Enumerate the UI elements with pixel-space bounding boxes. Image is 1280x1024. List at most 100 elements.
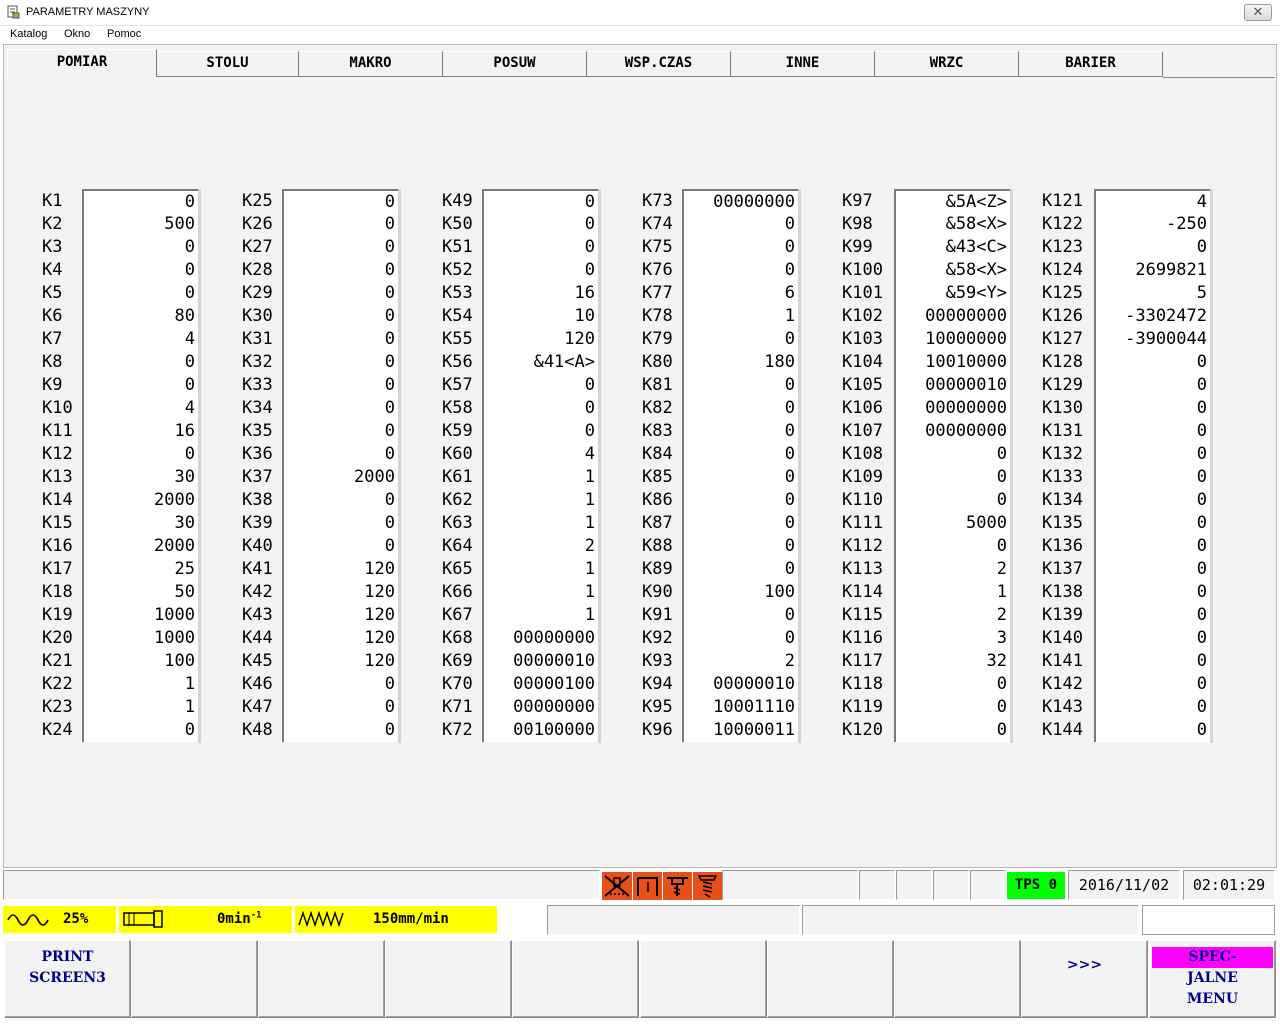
param-value-k2[interactable]: 500 [82, 213, 198, 236]
param-value-k95[interactable]: 10001110 [682, 696, 798, 719]
param-value-k56[interactable]: &41<A> [482, 351, 598, 374]
param-value-k126[interactable]: -3302472 [1094, 305, 1210, 328]
param-value-k94[interactable]: 00000010 [682, 673, 798, 696]
param-value-k68[interactable]: 00000000 [482, 627, 598, 650]
param-value-k8[interactable]: 0 [82, 351, 198, 374]
param-value-k93[interactable]: 2 [682, 650, 798, 673]
param-value-k43[interactable]: 120 [282, 604, 398, 627]
tab-barier[interactable]: BARIER [1019, 51, 1163, 77]
param-value-k125[interactable]: 5 [1094, 282, 1210, 305]
param-value-k12[interactable]: 0 [82, 443, 198, 466]
param-value-k57[interactable]: 0 [482, 374, 598, 397]
tab-wsp-czas[interactable]: WSP.CZAS [587, 51, 731, 77]
function-key-6[interactable] [640, 940, 767, 1018]
param-value-k73[interactable]: 00000000 [682, 189, 798, 213]
param-value-k54[interactable]: 10 [482, 305, 598, 328]
param-value-k21[interactable]: 100 [82, 650, 198, 673]
function-key-4[interactable] [385, 940, 512, 1018]
param-value-k121[interactable]: 4 [1094, 189, 1210, 213]
param-value-k103[interactable]: 10000000 [894, 328, 1010, 351]
param-value-k87[interactable]: 0 [682, 512, 798, 535]
input-field[interactable] [1142, 905, 1275, 935]
param-value-k98[interactable]: &58<X> [894, 213, 1010, 236]
param-value-k117[interactable]: 32 [894, 650, 1010, 673]
param-value-k61[interactable]: 1 [482, 466, 598, 489]
tab-stolu[interactable]: STOLU [157, 51, 299, 77]
param-value-k34[interactable]: 0 [282, 397, 398, 420]
param-value-k80[interactable]: 180 [682, 351, 798, 374]
param-value-k76[interactable]: 0 [682, 259, 798, 282]
param-value-k51[interactable]: 0 [482, 236, 598, 259]
param-value-k24[interactable]: 0 [82, 719, 198, 742]
param-value-k6[interactable]: 80 [82, 305, 198, 328]
param-value-k60[interactable]: 4 [482, 443, 598, 466]
param-value-k102[interactable]: 00000000 [894, 305, 1010, 328]
param-value-k72[interactable]: 00100000 [482, 719, 598, 742]
param-value-k82[interactable]: 0 [682, 397, 798, 420]
param-value-k30[interactable]: 0 [282, 305, 398, 328]
param-value-k99[interactable]: &43<C> [894, 236, 1010, 259]
param-value-k116[interactable]: 3 [894, 627, 1010, 650]
param-value-k132[interactable]: 0 [1094, 443, 1210, 466]
param-value-k50[interactable]: 0 [482, 213, 598, 236]
function-key-1[interactable]: PRINT SCREEN3 [4, 940, 131, 1018]
param-value-k130[interactable]: 0 [1094, 397, 1210, 420]
param-value-k4[interactable]: 0 [82, 259, 198, 282]
function-key-5[interactable] [512, 940, 639, 1018]
param-value-k89[interactable]: 0 [682, 558, 798, 581]
param-value-k86[interactable]: 0 [682, 489, 798, 512]
param-value-k120[interactable]: 0 [894, 719, 1010, 742]
param-value-k27[interactable]: 0 [282, 236, 398, 259]
param-value-k88[interactable]: 0 [682, 535, 798, 558]
param-value-k40[interactable]: 0 [282, 535, 398, 558]
param-value-k109[interactable]: 0 [894, 466, 1010, 489]
param-value-k118[interactable]: 0 [894, 673, 1010, 696]
param-value-k75[interactable]: 0 [682, 236, 798, 259]
param-value-k3[interactable]: 0 [82, 236, 198, 259]
function-key-2[interactable] [131, 940, 258, 1018]
param-value-k143[interactable]: 0 [1094, 696, 1210, 719]
param-value-k25[interactable]: 0 [282, 189, 398, 213]
param-value-k123[interactable]: 0 [1094, 236, 1210, 259]
param-value-k28[interactable]: 0 [282, 259, 398, 282]
param-value-k26[interactable]: 0 [282, 213, 398, 236]
param-value-k52[interactable]: 0 [482, 259, 598, 282]
function-key-3[interactable] [258, 940, 385, 1018]
param-value-k66[interactable]: 1 [482, 581, 598, 604]
param-value-k44[interactable]: 120 [282, 627, 398, 650]
param-value-k39[interactable]: 0 [282, 512, 398, 535]
param-value-k18[interactable]: 50 [82, 581, 198, 604]
param-value-k53[interactable]: 16 [482, 282, 598, 305]
param-value-k70[interactable]: 00000100 [482, 673, 598, 696]
param-value-k55[interactable]: 120 [482, 328, 598, 351]
param-value-k85[interactable]: 0 [682, 466, 798, 489]
param-value-k136[interactable]: 0 [1094, 535, 1210, 558]
param-value-k7[interactable]: 4 [82, 328, 198, 351]
param-value-k115[interactable]: 2 [894, 604, 1010, 627]
param-value-k100[interactable]: &58<X> [894, 259, 1010, 282]
tab-makro[interactable]: MAKRO [299, 51, 443, 77]
param-value-k13[interactable]: 30 [82, 466, 198, 489]
param-value-k22[interactable]: 1 [82, 673, 198, 696]
param-value-k108[interactable]: 0 [894, 443, 1010, 466]
param-value-k129[interactable]: 0 [1094, 374, 1210, 397]
param-value-k64[interactable]: 2 [482, 535, 598, 558]
param-value-k84[interactable]: 0 [682, 443, 798, 466]
param-value-k96[interactable]: 10000011 [682, 719, 798, 742]
param-value-k128[interactable]: 0 [1094, 351, 1210, 374]
param-value-k97[interactable]: &5A<Z> [894, 189, 1010, 213]
param-value-k78[interactable]: 1 [682, 305, 798, 328]
param-value-k33[interactable]: 0 [282, 374, 398, 397]
param-value-k36[interactable]: 0 [282, 443, 398, 466]
param-value-k112[interactable]: 0 [894, 535, 1010, 558]
param-value-k69[interactable]: 00000010 [482, 650, 598, 673]
param-value-k114[interactable]: 1 [894, 581, 1010, 604]
param-value-k5[interactable]: 0 [82, 282, 198, 305]
param-value-k140[interactable]: 0 [1094, 627, 1210, 650]
param-value-k38[interactable]: 0 [282, 489, 398, 512]
param-value-k79[interactable]: 0 [682, 328, 798, 351]
param-value-k133[interactable]: 0 [1094, 466, 1210, 489]
param-value-k32[interactable]: 0 [282, 351, 398, 374]
param-value-k65[interactable]: 1 [482, 558, 598, 581]
menu-katalog[interactable]: Katalog [10, 28, 47, 40]
